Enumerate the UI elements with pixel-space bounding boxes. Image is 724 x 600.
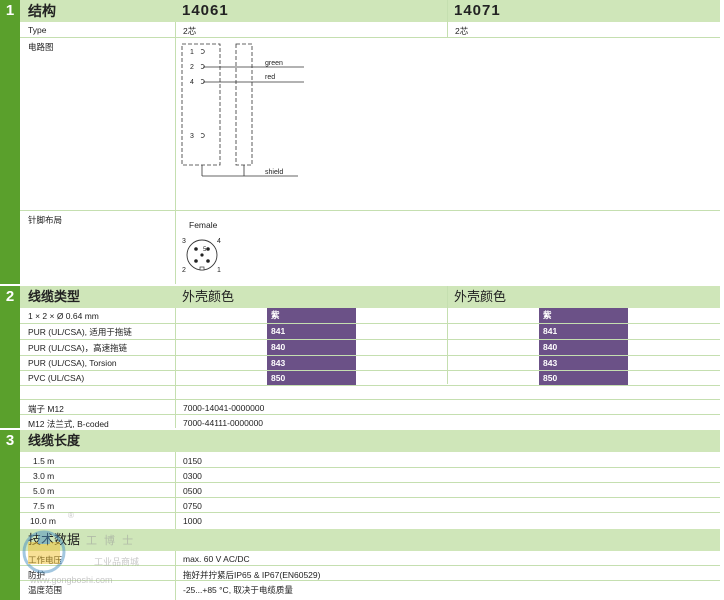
datasheet: 1 结构 14061 14071 Type 2芯 2芯 电路图 1 2 4 3 — [0, 0, 724, 600]
type-value-14071: 2芯 — [455, 26, 469, 36]
pinout-number-4: 4 — [217, 238, 221, 245]
pin-2-label: 2 — [190, 64, 194, 71]
product-14071-heading: 14071 — [454, 2, 501, 19]
cable-type-label: 1 × 2 × Ø 0.64 mm — [28, 311, 99, 321]
wire-green-label: green — [265, 60, 283, 67]
column-divider-1 — [175, 452, 176, 600]
accessory-label: M12 法兰式, B-coded — [28, 419, 109, 429]
color-code-14071: 850 — [539, 371, 628, 386]
row-divider — [20, 580, 720, 581]
accessory-part-number: 7000-44111-0000000 — [183, 418, 264, 428]
row-divider — [20, 512, 720, 513]
section-2-number: 2 — [0, 286, 20, 308]
cable-length-code: 0500 — [183, 486, 202, 496]
housing-color-heading-1: 外壳颜色 — [182, 289, 235, 304]
section-3-header: 线缆长度 — [20, 430, 720, 452]
section-2-header: 线缆类型 外壳颜色 外壳颜色 — [20, 286, 720, 308]
circuit-diagram-label: 电路图 — [28, 42, 54, 52]
color-code-14061: 840 — [267, 340, 356, 355]
section-3-number: 3 — [0, 430, 20, 452]
pinout-number-3: 3 — [182, 238, 186, 245]
cable-length-label: 3.0 m — [33, 471, 55, 481]
pinout-number-5: 5 — [203, 247, 207, 253]
row-divider — [20, 399, 720, 400]
accessory-part-number: 7000-14041-0000000 — [183, 403, 265, 413]
section-1-side-bar — [0, 22, 20, 284]
row-divider — [20, 467, 720, 468]
section-2-title: 线缆类型 — [28, 289, 81, 304]
watermark-mall: 工业品商城 — [94, 557, 140, 567]
product-14061-heading: 14061 — [182, 2, 229, 19]
cable-length-label: 1.5 m — [33, 456, 55, 466]
cable-length-code: 0300 — [183, 471, 202, 481]
pin-1-label: 1 — [190, 49, 194, 56]
section-2-side-bar — [0, 308, 20, 428]
color-code-14071: 841 — [539, 324, 628, 339]
color-code-14071: 843 — [539, 356, 628, 371]
row-divider — [20, 497, 720, 498]
row-divider — [20, 385, 720, 386]
cable-length-label: 5.0 m — [33, 486, 55, 496]
cable-type-label: PUR (UL/CSA), Torsion — [28, 358, 117, 368]
color-code-14061: 紫 — [267, 308, 356, 323]
section-1-header: 结构 14061 14071 — [20, 0, 720, 22]
cable-type-label: PUR (UL/CSA)，高速拖链 — [28, 343, 128, 353]
pin-layout-female-label: Female — [189, 220, 218, 230]
housing-color-heading-2: 外壳颜色 — [454, 289, 507, 304]
type-value-14061: 2芯 — [183, 26, 197, 36]
color-code-14071: 紫 — [539, 308, 628, 323]
color-code-14061: 850 — [267, 371, 356, 386]
section-1-number: 1 — [0, 0, 20, 22]
cable-length-code: 0750 — [183, 501, 202, 511]
tech-spec-label: 温度范围 — [28, 585, 63, 595]
cable-length-code: 0150 — [183, 456, 202, 466]
cable-type-label: PVC (UL/CSA) — [28, 373, 85, 383]
column-divider-1 — [175, 308, 176, 428]
tech-spec-value: max. 60 V AC/DC — [183, 554, 250, 564]
wire-red-label: red — [265, 74, 275, 81]
row-divider — [20, 414, 720, 415]
color-code-14071: 840 — [539, 340, 628, 355]
pinout-number-2: 2 — [182, 267, 186, 274]
cable-length-code: 1000 — [183, 516, 202, 526]
pin-layout-label: 针脚布局 — [28, 215, 63, 225]
watermark-logo — [22, 530, 66, 574]
circuit-diagram: 1 2 4 3 green red shield — [181, 43, 304, 177]
watermark-brand: 工 博 士 — [86, 535, 136, 547]
row-divider — [20, 482, 720, 483]
pin-4-label: 4 — [190, 79, 194, 86]
watermark-registered-mark: ® — [68, 511, 74, 520]
color-code-14061: 841 — [267, 324, 356, 339]
pinout-number-1: 1 — [217, 267, 221, 274]
column-divider-2 — [447, 0, 448, 37]
cable-type-label: PUR (UL/CSA), 适用于拖链 — [28, 327, 132, 337]
row-divider — [20, 37, 720, 38]
cable-length-label: 7.5 m — [33, 501, 55, 511]
wire-shield-label: shield — [265, 169, 283, 176]
section-1-title: 结构 — [28, 3, 56, 19]
section-3-title: 线缆长度 — [28, 433, 81, 448]
tech-spec-value: -25...+85 °C, 取决于电缆质量 — [183, 585, 293, 595]
color-code-14061: 843 — [267, 356, 356, 371]
type-label: Type — [28, 25, 47, 35]
pin-3-label: 3 — [190, 133, 194, 140]
watermark-url: www.gongboshi.com — [30, 575, 113, 585]
row-divider — [20, 210, 720, 211]
connector-face-diagram: 3 4 2 1 5 — [182, 238, 221, 274]
